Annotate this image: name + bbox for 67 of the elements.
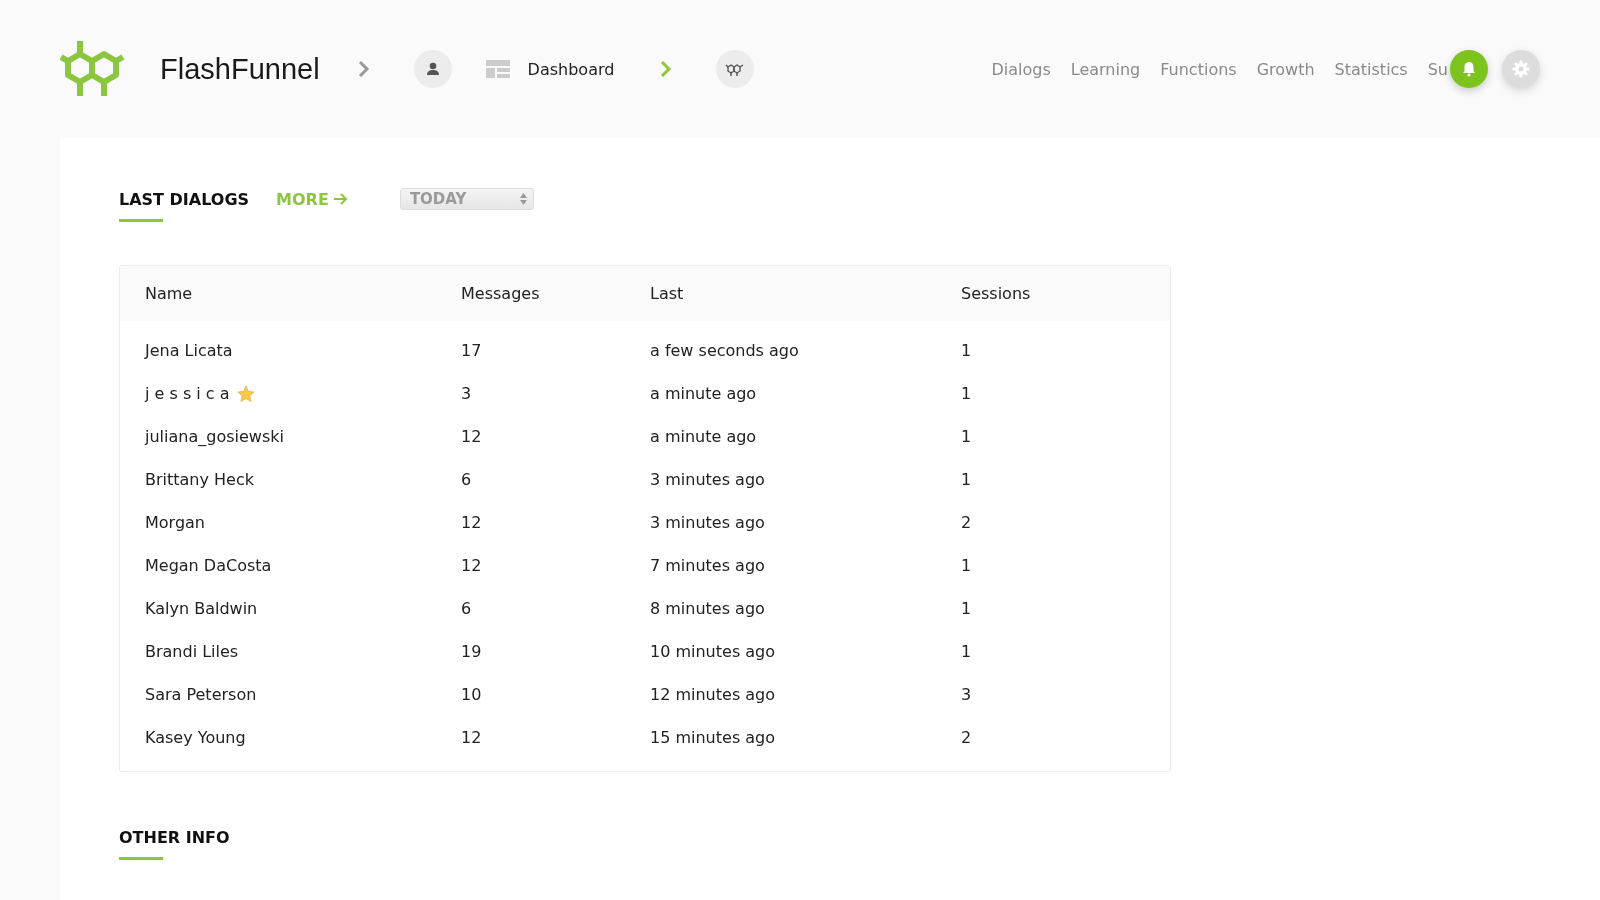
last-cell-text: 15 minutes ago	[650, 728, 777, 747]
column-header: Name	[145, 284, 194, 303]
nav-link[interactable]: Functions	[1160, 59, 1237, 79]
last-cell-text: a minute ago	[650, 427, 758, 446]
nav-link[interactable]: Dialogs	[991, 59, 1051, 79]
messages-cell-text: 17	[461, 341, 483, 360]
column-header: Last	[650, 284, 685, 303]
sessions-cell-text: 3	[961, 685, 973, 704]
nav-link[interactable]: Su	[1427, 59, 1448, 79]
messages-cell-text: 12	[461, 513, 483, 532]
name-cell: Morgan	[145, 513, 205, 532]
chevron-right-icon	[660, 60, 673, 78]
sessions-cell-text: 1	[961, 599, 973, 618]
nav-link[interactable]: Growth	[1256, 59, 1315, 79]
messages-cell-text: 19	[461, 642, 483, 661]
sessions-cell-text: 1	[961, 384, 973, 403]
last-cell-text: 10 minutes ago	[650, 642, 777, 661]
sessions-cell-text: 1	[961, 556, 973, 575]
section-title: LAST DIALOGS	[119, 189, 250, 209]
breadcrumb-page[interactable]: Dashboard	[527, 59, 615, 79]
user-button[interactable]	[413, 50, 452, 88]
name-cell: Jena Licata	[145, 341, 233, 360]
user-icon	[425, 62, 440, 76]
last-cell-text: 12 minutes ago	[650, 685, 777, 704]
name-cell: j e s s i c a	[145, 384, 230, 403]
sessions-cell-text: 1	[961, 470, 973, 489]
sort-arrows-icon	[519, 193, 527, 205]
last-cell-text: 7 minutes ago	[650, 556, 766, 575]
nav-link[interactable]: Statistics	[1334, 59, 1408, 79]
last-cell-text: a few seconds ago	[650, 341, 800, 360]
more-link[interactable]: MORE	[276, 189, 348, 209]
name-cell: Megan DaCosta	[145, 556, 272, 575]
chevron-right-icon	[357, 60, 370, 78]
name-cell: Kasey Young	[145, 728, 246, 747]
sessions-cell-text: 2	[961, 513, 973, 532]
messages-cell-text: 3	[461, 384, 473, 403]
messages-cell-text: 12	[461, 728, 483, 747]
hexagon-button[interactable]	[716, 50, 755, 88]
nav-link[interactable]: Learning	[1070, 59, 1141, 79]
messages-cell-text: 12	[461, 556, 483, 575]
range-select[interactable]: TODAY	[399, 188, 534, 210]
brand-name: FlashFunnel	[160, 52, 320, 86]
name-cell: Kalyn Baldwin	[145, 599, 258, 618]
arrow-right-icon	[332, 193, 348, 205]
sessions-cell-text: 1	[961, 341, 973, 360]
layout-icon	[485, 60, 510, 78]
settings-icon	[1512, 60, 1530, 78]
name-cell: Brandi Liles	[145, 642, 239, 661]
messages-cell-text: 6	[461, 470, 473, 489]
hexagon-icon	[725, 61, 746, 77]
name-cell: Sara Peterson	[145, 685, 257, 704]
name-cell: juliana_gosiewski	[145, 427, 284, 446]
last-cell-text: 3 minutes ago	[650, 470, 766, 489]
name-cell: Brittany Heck	[145, 470, 254, 489]
last-cell-text: a minute ago	[650, 384, 758, 403]
messages-cell-text: 12	[461, 427, 483, 446]
sessions-cell-text: 1	[961, 427, 973, 446]
messages-cell-text: 10	[461, 685, 483, 704]
column-header: Sessions	[961, 284, 1032, 303]
messages-cell-text: 6	[461, 599, 473, 618]
section-title: OTHER INFO	[119, 828, 231, 847]
sessions-cell-text: 2	[961, 728, 973, 747]
last-cell-text: 8 minutes ago	[650, 599, 766, 618]
last-cell-text: 3 minutes ago	[650, 513, 766, 532]
column-header: Messages	[461, 284, 541, 303]
bell-icon	[1462, 61, 1476, 77]
sessions-cell-text: 1	[961, 642, 973, 661]
